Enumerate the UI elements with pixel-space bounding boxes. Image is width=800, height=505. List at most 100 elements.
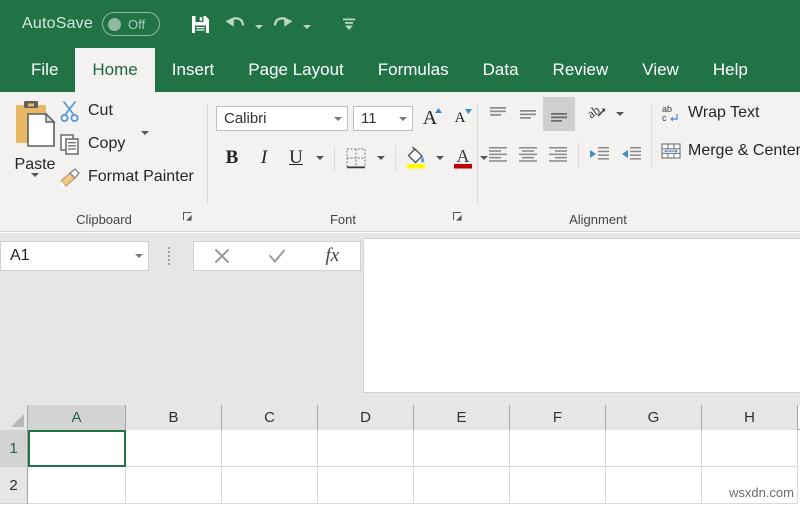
column-header-c[interactable]: C	[222, 405, 318, 430]
fill-color-button[interactable]	[402, 142, 430, 172]
column-header-e[interactable]: E	[414, 405, 510, 430]
row-header-1[interactable]: 1	[0, 430, 28, 467]
redo-dropdown-button[interactable]	[300, 8, 314, 40]
underline-dropdown-button[interactable]	[312, 144, 328, 172]
chevron-down-icon[interactable]	[394, 116, 412, 121]
insert-function-button[interactable]: fx	[307, 242, 357, 270]
name-box[interactable]: A1	[0, 241, 149, 271]
align-right-button[interactable]	[543, 140, 573, 168]
bold-button[interactable]: B	[218, 144, 246, 172]
tab-label: Insert	[171, 60, 215, 79]
formula-bar-drag-handle[interactable]	[167, 247, 171, 265]
column-label: B	[168, 409, 179, 426]
align-middle-button[interactable]	[513, 100, 543, 128]
tab-file[interactable]: File	[14, 48, 75, 92]
cell-f2[interactable]	[510, 467, 606, 504]
cell-c1[interactable]	[222, 430, 318, 467]
save-button[interactable]	[184, 8, 218, 40]
paste-button[interactable]: Paste	[6, 98, 64, 206]
orientation-dropdown-button[interactable]	[612, 100, 628, 128]
font-family-combobox[interactable]: Calibri	[216, 106, 348, 131]
tab-view[interactable]: View	[625, 48, 696, 92]
borders-button[interactable]	[341, 144, 371, 172]
redo-arrow-icon	[273, 17, 293, 27]
chevron-down-icon	[254, 25, 263, 29]
cell-a1[interactable]	[28, 430, 126, 467]
copy-button[interactable]: Copy	[58, 131, 150, 156]
row-header-2[interactable]: 2	[0, 467, 28, 504]
tab-insert[interactable]: Insert	[155, 48, 232, 92]
cell-e2[interactable]	[414, 467, 510, 504]
enter-button[interactable]	[252, 242, 302, 270]
increase-indent-button[interactable]	[616, 140, 646, 168]
customize-qat-button[interactable]	[332, 8, 366, 40]
column-header-g[interactable]: G	[606, 405, 702, 430]
chevron-down-icon	[436, 156, 444, 160]
column-header-a[interactable]: A	[28, 405, 126, 430]
wrap-text-button[interactable]: ab c Wrap Text	[660, 102, 759, 124]
fill-color-dropdown-button[interactable]	[432, 144, 448, 172]
tab-label: Formulas	[377, 60, 449, 79]
tab-label: Home	[92, 60, 138, 79]
tab-help[interactable]: Help	[696, 48, 765, 92]
cell-e1[interactable]	[414, 430, 510, 467]
format-painter-button[interactable]: Format Painter	[58, 165, 194, 189]
tab-page-layout[interactable]: Page Layout	[231, 48, 360, 92]
borders-dropdown-button[interactable]	[373, 144, 389, 172]
tab-data[interactable]: Data	[466, 48, 536, 92]
formula-input[interactable]	[363, 238, 800, 393]
cell-b1[interactable]	[126, 430, 222, 467]
column-header-d[interactable]: D	[318, 405, 414, 430]
redo-button[interactable]	[266, 8, 300, 40]
column-header-b[interactable]: B	[126, 405, 222, 430]
text-orientation-icon: ab	[585, 102, 606, 121]
grid-rows: 1 2	[0, 430, 800, 504]
font-size-combobox[interactable]: 11	[353, 106, 413, 131]
column-label: H	[744, 409, 755, 426]
clipboard-dialog-launcher[interactable]	[182, 211, 196, 225]
font-dialog-launcher[interactable]	[452, 211, 466, 225]
cell-g2[interactable]	[606, 467, 702, 504]
cell-d2[interactable]	[318, 467, 414, 504]
chevron-down-icon[interactable]	[329, 116, 347, 121]
merge-and-center-button[interactable]: Merge & Center	[660, 140, 800, 162]
cell-a2[interactable]	[28, 467, 126, 504]
italic-label: I	[260, 147, 268, 168]
tab-formulas[interactable]: Formulas	[361, 48, 466, 92]
underline-button[interactable]: U	[282, 144, 310, 172]
cell-d1[interactable]	[318, 430, 414, 467]
cancel-button[interactable]	[197, 242, 247, 270]
chevron-down-icon	[316, 156, 324, 160]
increase-font-size-button[interactable]: A	[416, 104, 444, 132]
cell-h1[interactable]	[702, 430, 798, 467]
align-top-button[interactable]	[483, 100, 513, 128]
orientation-button[interactable]: ab	[582, 100, 612, 128]
decrease-indent-button[interactable]	[584, 140, 614, 168]
column-label: G	[647, 409, 660, 426]
paste-dropdown-button[interactable]	[31, 173, 39, 195]
align-left-button[interactable]	[483, 140, 513, 168]
decrease-font-size-button[interactable]: A	[446, 104, 474, 132]
merge-and-center-label: Merge & Center	[688, 142, 800, 159]
copy-dropdown-button[interactable]	[141, 131, 150, 153]
cut-button[interactable]: Cut	[58, 99, 113, 123]
align-bottom-button[interactable]	[543, 97, 575, 131]
column-header-f[interactable]: F	[510, 405, 606, 430]
chevron-down-icon[interactable]	[130, 254, 148, 258]
cell-c2[interactable]	[222, 467, 318, 504]
autosave-toggle[interactable]: Off	[101, 12, 160, 36]
undo-button[interactable]	[218, 8, 252, 40]
select-all-corner-button[interactable]	[0, 405, 28, 430]
ribbon-group-clipboard: Paste Cut Copy Format Painter Clipboard	[0, 92, 208, 232]
cell-g1[interactable]	[606, 430, 702, 467]
tab-home[interactable]: Home	[75, 48, 155, 92]
italic-button[interactable]: I	[250, 144, 278, 172]
font-color-button[interactable]: A	[450, 142, 476, 172]
tab-review[interactable]: Review	[536, 48, 626, 92]
undo-dropdown-button[interactable]	[252, 8, 266, 40]
cell-b2[interactable]	[126, 467, 222, 504]
align-center-button[interactable]	[513, 140, 543, 168]
cell-f1[interactable]	[510, 430, 606, 467]
column-header-h[interactable]: H	[702, 405, 798, 430]
alignment-group-label: Alignment	[569, 212, 627, 227]
